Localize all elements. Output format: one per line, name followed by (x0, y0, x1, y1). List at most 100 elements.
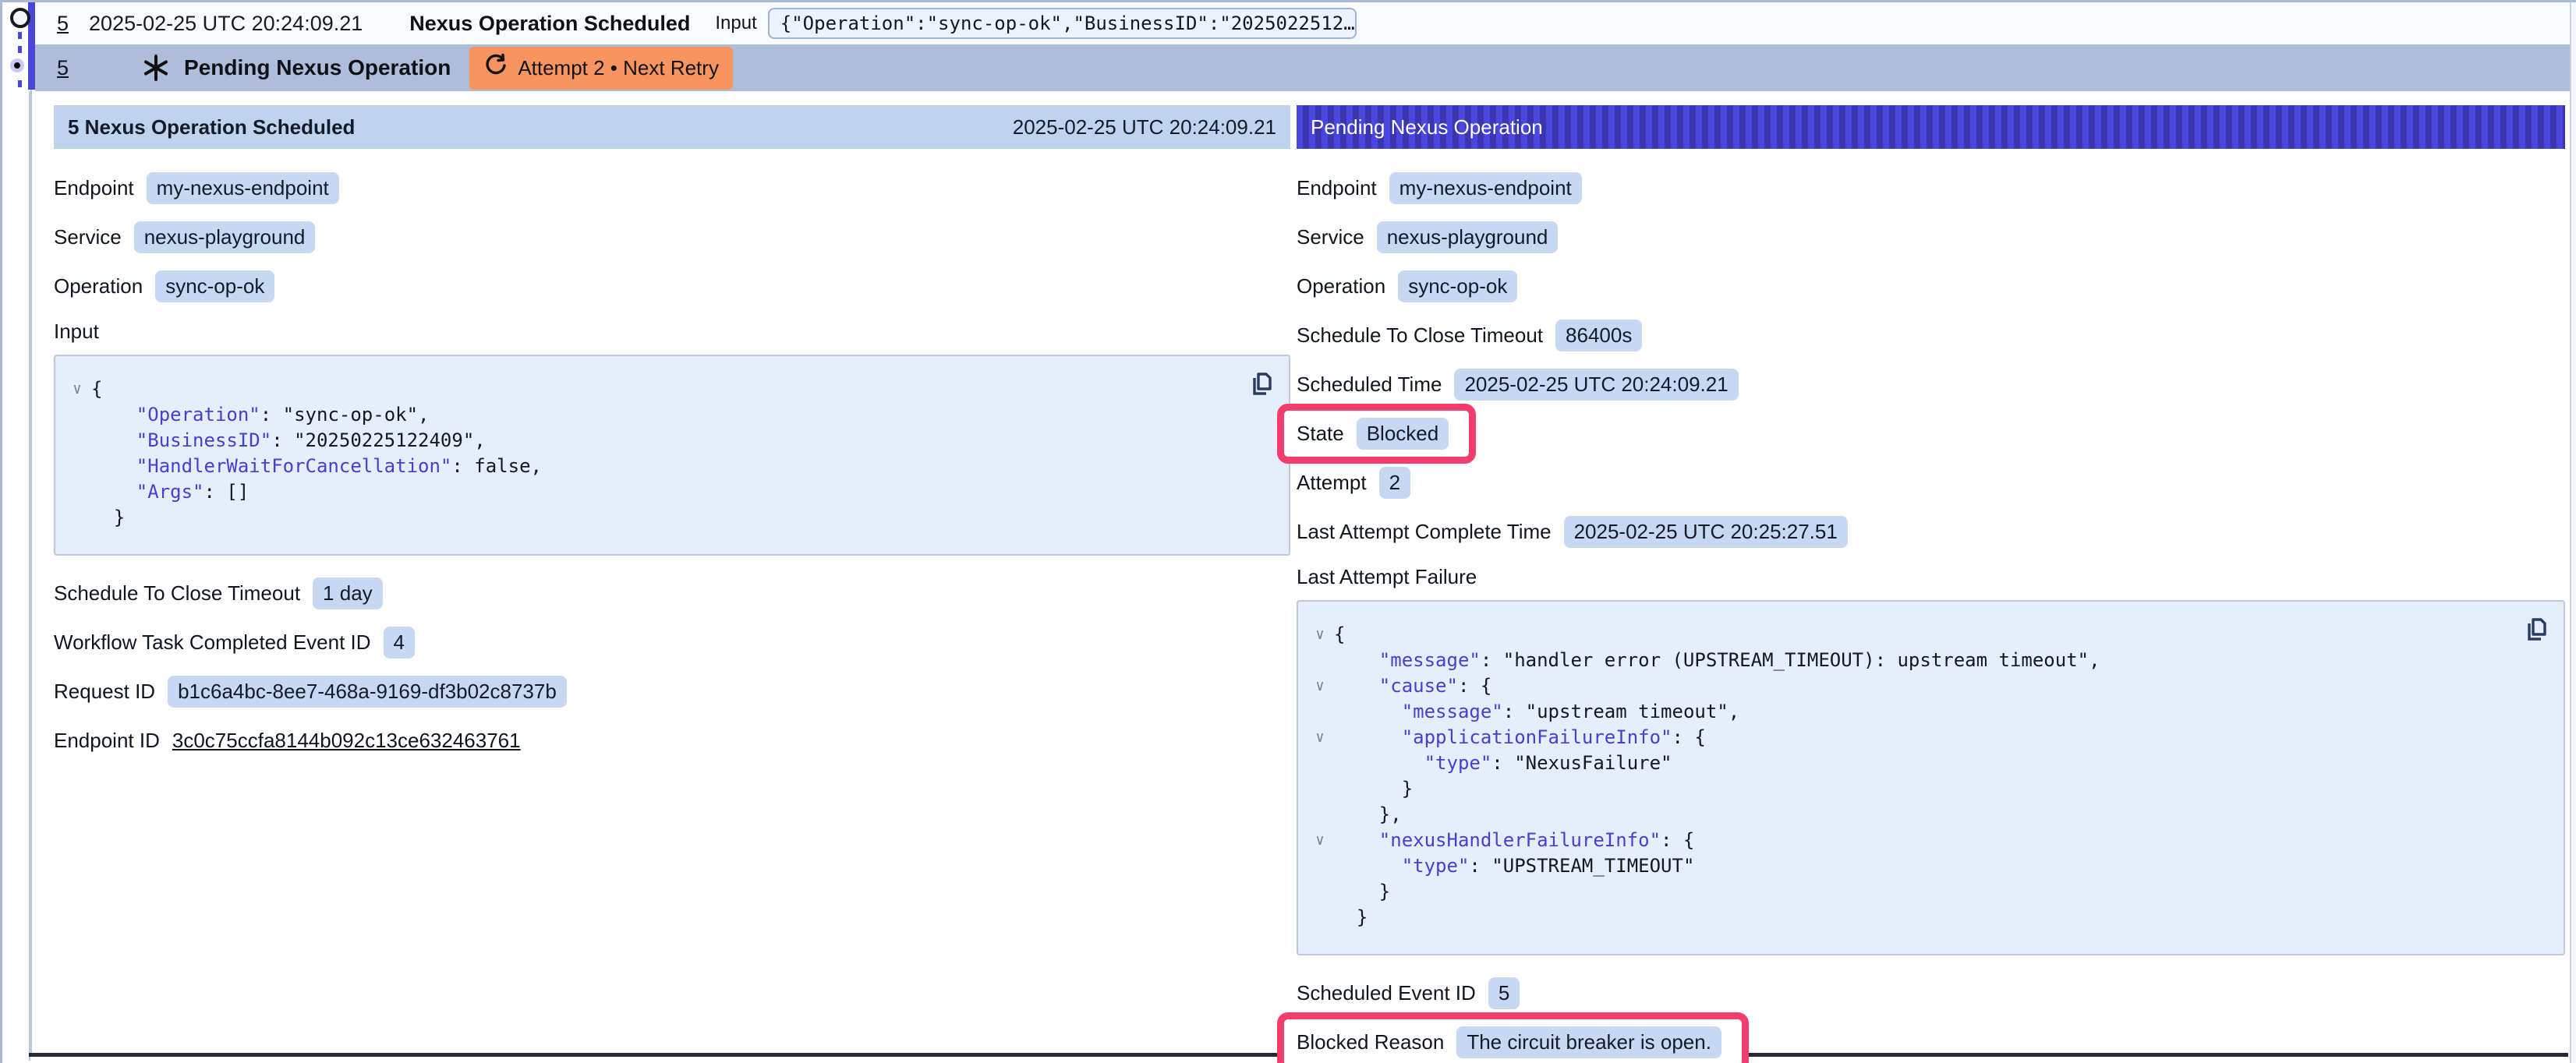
json-line: } (63, 505, 1234, 531)
field-label: Schedule To Close Timeout (54, 581, 300, 606)
gutter-spacer (63, 454, 91, 479)
field-attempt: Attempt 2 (1297, 467, 2565, 499)
field-value-badge: 2 (1379, 467, 1410, 499)
event-input-label: Input (715, 12, 756, 34)
json-line: } (1306, 776, 2509, 802)
gutter-spacer (63, 505, 91, 531)
last-attempt-failure-label: Last Attempt Failure (1297, 565, 2565, 589)
field-label: Blocked Reason (1297, 1030, 1444, 1054)
field-value-badge: nexus-playground (1377, 221, 1559, 253)
field-value-badge: nexus-playground (134, 221, 316, 253)
json-line: ∨ "cause": { (1306, 673, 2509, 699)
pending-title: Pending Nexus Operation (184, 55, 451, 80)
json-text: "cause": { (1334, 673, 1491, 699)
json-line: "BusinessID": "20250225122409", (63, 428, 1234, 454)
pending-event-id-link[interactable]: 5 (57, 56, 69, 80)
details-left-border (30, 90, 32, 1055)
field-schedule-to-close-timeout: Schedule To Close Timeout 86400s (1297, 320, 2565, 351)
left-panel-title: 5 Nexus Operation Scheduled (68, 115, 355, 139)
timeline-current-dot-icon (10, 58, 24, 72)
gutter-spacer (1306, 905, 1334, 931)
field-label: Attempt (1297, 471, 1367, 495)
json-line: ∨{ (63, 376, 1234, 402)
field-scheduled-event-id: Scheduled Event ID 5 (1297, 977, 2565, 1009)
collapse-chevron-icon[interactable]: ∨ (1306, 725, 1334, 750)
collapse-chevron-icon[interactable]: ∨ (1306, 673, 1334, 699)
json-line: } (1306, 879, 2509, 905)
field-value-badge: my-nexus-endpoint (1389, 172, 1582, 204)
right-panel-fields: Endpoint my-nexus-endpoint Service nexus… (1297, 149, 2565, 1058)
gutter-spacer (1306, 776, 1334, 802)
right-panel-title: Pending Nexus Operation (1311, 115, 1543, 139)
event-timestamp: 2025-02-25 UTC 20:24:09.21 (89, 12, 363, 36)
field-label: Operation (1297, 274, 1385, 298)
json-text: "Operation": "sync-op-ok", (91, 402, 430, 428)
field-value-badge: 1 day (313, 577, 383, 609)
json-line: ∨{ (1306, 622, 2509, 648)
copy-icon[interactable] (2520, 616, 2549, 645)
event-row-nexus-operation-scheduled[interactable]: 5 2025-02-25 UTC 20:24:09.21 Nexus Opera… (35, 2, 2570, 44)
top-border (0, 0, 2576, 2)
state-value-badge: Blocked (1357, 418, 1449, 450)
field-value-badge: 2025-02-25 UTC 20:24:09.21 (1454, 369, 1738, 401)
json-text: "type": "UPSTREAM_TIMEOUT" (1334, 853, 1694, 879)
field-schedule-to-close-timeout: Schedule To Close Timeout 1 day (54, 577, 1290, 609)
gutter-spacer (1306, 853, 1334, 879)
collapse-chevron-icon[interactable]: ∨ (63, 376, 91, 402)
event-title: Nexus Operation Scheduled (409, 12, 690, 36)
field-endpoint: Endpoint my-nexus-endpoint (1297, 172, 2565, 204)
json-line: "message": "handler error (UPSTREAM_TIME… (1306, 648, 2509, 673)
gutter-spacer (1306, 699, 1334, 725)
event-input-preview-badge[interactable]: {"Operation":"sync-op-ok","BusinessID":"… (768, 8, 1357, 39)
collapse-chevron-icon[interactable]: ∨ (1306, 828, 1334, 853)
collapse-chevron-icon[interactable]: ∨ (1306, 622, 1334, 648)
left-border (0, 0, 2, 1063)
field-value-badge: 86400s (1555, 320, 1642, 351)
json-text: }, (1334, 802, 1402, 828)
state-highlight-annotation: State Blocked (1277, 404, 1476, 464)
field-label: Last Attempt Complete Time (1297, 520, 1552, 544)
timeline-dashed-connector (18, 32, 22, 62)
field-label: State (1297, 422, 1344, 446)
event-id-link[interactable]: 5 (57, 12, 69, 36)
panel-nexus-operation-scheduled: 5 Nexus Operation Scheduled 2025-02-25 U… (54, 105, 1290, 773)
scrollbar-track[interactable] (2570, 2, 2576, 1063)
attempt-retry-badge: Attempt 2 • Next Retry (469, 47, 733, 90)
field-label: Service (1297, 225, 1364, 249)
json-text: "BusinessID": "20250225122409", (91, 428, 486, 454)
content-area: 5 2025-02-25 UTC 20:24:09.21 Nexus Opera… (2, 2, 2570, 1063)
gutter-spacer (63, 402, 91, 428)
blocked-reason-value-badge: The circuit breaker is open. (1456, 1026, 1721, 1058)
field-label: Scheduled Time (1297, 373, 1442, 397)
left-panel-fields: Endpoint my-nexus-endpoint Service nexus… (54, 149, 1290, 756)
json-line: ∨ "applicationFailureInfo": { (1306, 725, 2509, 750)
json-line: }, (1306, 802, 2509, 828)
blocked-reason-highlight-annotation: Blocked Reason The circuit breaker is op… (1277, 1012, 1749, 1063)
field-value-badge: sync-op-ok (155, 270, 274, 302)
field-operation: Operation sync-op-ok (1297, 270, 2565, 302)
copy-icon[interactable] (1245, 370, 1275, 400)
field-label: Scheduled Event ID (1297, 981, 1476, 1005)
endpoint-id-link[interactable]: 3c0c75ccfa8144b092c13ce632463761 (172, 729, 521, 753)
panel-pending-nexus-operation: Pending Nexus Operation Endpoint my-nexu… (1297, 105, 2565, 1063)
json-line: "HandlerWaitForCancellation": false, (63, 454, 1234, 479)
json-text: { (91, 376, 102, 402)
field-operation: Operation sync-op-ok (54, 270, 1290, 302)
field-value-badge: b1c6a4bc-8ee7-468a-9169-df3b02c8737b (168, 676, 567, 708)
field-service: Service nexus-playground (1297, 221, 2565, 253)
json-text: "message": "upstream timeout", (1334, 699, 1739, 725)
field-label: Request ID (54, 680, 155, 704)
pending-nexus-operation-row[interactable]: 5 Pending Nexus Operation Attempt 2 • Ne… (35, 44, 2570, 91)
field-label: Endpoint (1297, 176, 1377, 200)
json-text: "applicationFailureInfo": { (1334, 725, 1706, 750)
json-line: "Args": [] (63, 479, 1234, 505)
field-value-badge: 4 (384, 627, 415, 659)
field-value-badge: my-nexus-endpoint (147, 172, 339, 204)
gutter-spacer (1306, 879, 1334, 905)
timeline-open-circle-icon (10, 8, 30, 28)
input-section-label: Input (54, 320, 1290, 344)
field-value-badge: 2025-02-25 UTC 20:25:27.51 (1564, 516, 1848, 548)
retry-icon (483, 53, 508, 83)
json-text: } (91, 505, 125, 531)
json-text: "type": "NexusFailure" (1334, 750, 1672, 776)
